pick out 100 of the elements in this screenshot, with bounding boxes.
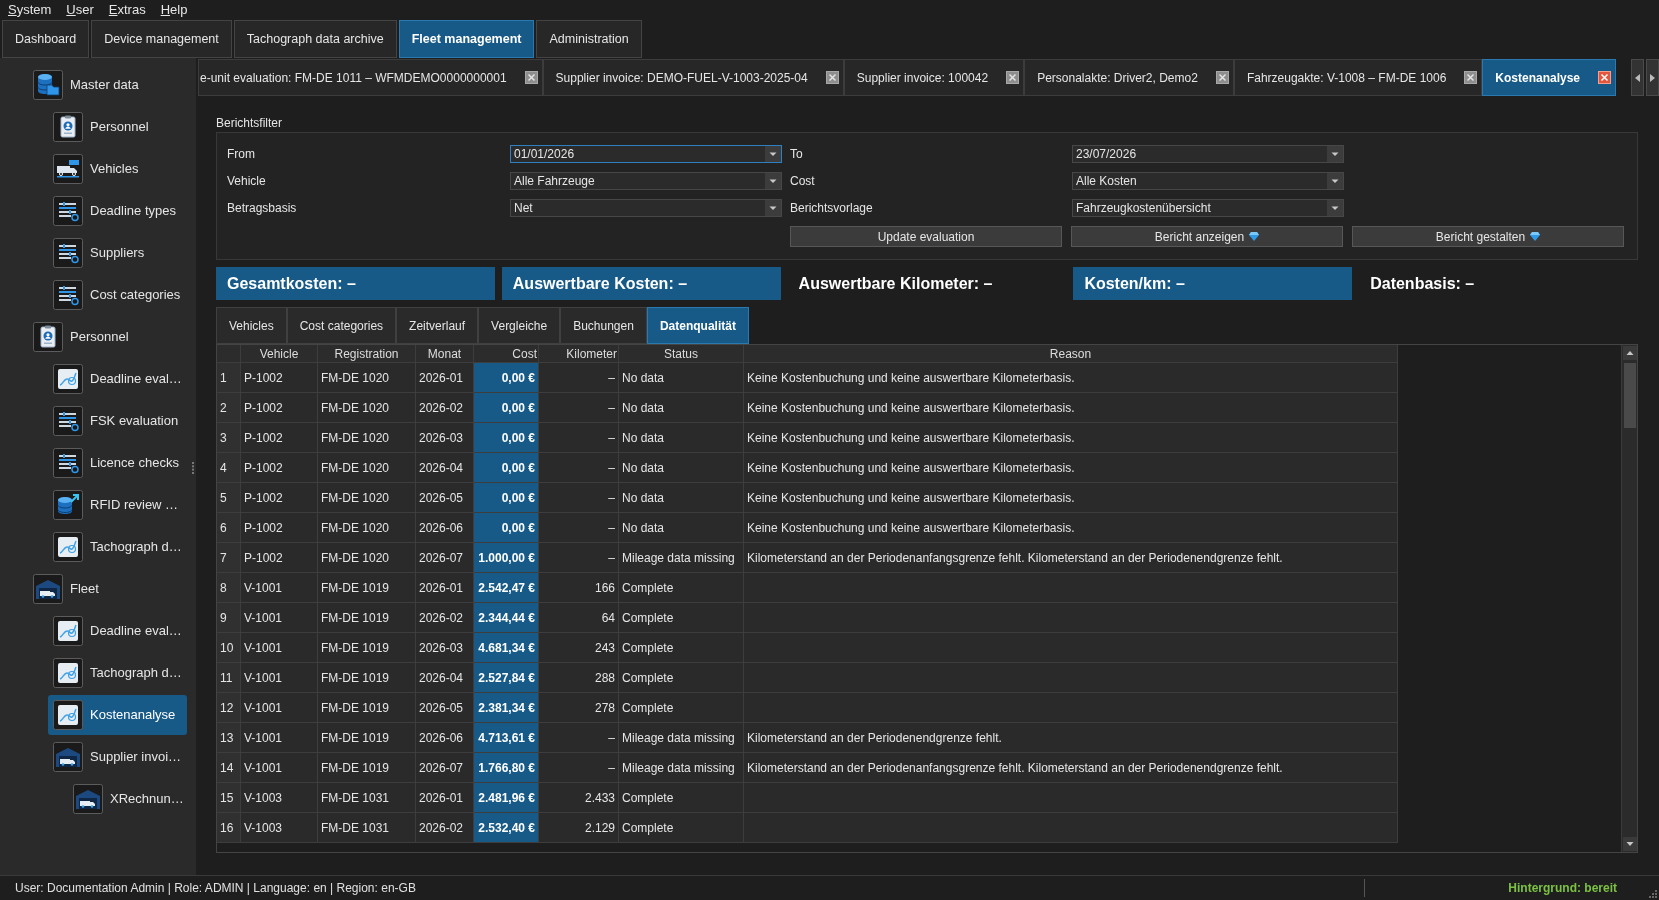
close-icon[interactable]	[1006, 71, 1020, 84]
sidebar-item[interactable]: Deadline types	[48, 191, 180, 231]
table-cell: 2.129	[539, 813, 619, 843]
list-icon	[53, 448, 83, 478]
row-number: 6	[217, 513, 241, 543]
row-number: 12	[217, 693, 241, 723]
table-cell: Complete	[619, 813, 744, 843]
dropdown-field[interactable]: Alle Fahrzeuge	[510, 172, 782, 190]
sidebar-item[interactable]: Suppliers	[48, 233, 149, 273]
scroll-right-button[interactable]	[1646, 59, 1659, 96]
close-icon[interactable]	[1215, 71, 1229, 84]
table-cell: 2026-01	[416, 783, 474, 813]
tab[interactable]: Device management	[91, 20, 232, 58]
close-icon[interactable]	[1464, 71, 1478, 84]
resize-grip-icon[interactable]	[1648, 889, 1657, 898]
document-tab[interactable]: Supplier invoice: DEMO-FUEL-V-1003-2025-04	[542, 59, 844, 96]
tab[interactable]: Buchungen	[560, 307, 647, 344]
tab[interactable]: Tachograph data archive	[233, 20, 397, 58]
sidebar-item[interactable]: Tachograph d…	[48, 527, 186, 567]
column-header[interactable]: Reason	[744, 345, 1398, 363]
table-cell: P-1002	[241, 513, 318, 543]
sidebar-item[interactable]: Master data	[28, 65, 143, 105]
sidebar-item[interactable]: RFID review …	[48, 485, 183, 525]
table-cell: FM-DE 1019	[318, 693, 416, 723]
table-cell: 4.681,34 €	[474, 633, 539, 663]
caret-icon	[765, 146, 781, 162]
table-cell: –	[539, 513, 619, 543]
scroll-thumb[interactable]	[1623, 363, 1636, 428]
tab[interactable]: Dashboard	[2, 20, 90, 58]
summary-card: Kosten/km: –	[1073, 267, 1353, 300]
row-number: 10	[217, 633, 241, 663]
field-label: Cost	[790, 173, 815, 190]
scroll-down-icon[interactable]	[1622, 837, 1637, 851]
sidebar-item[interactable]: XRechnun…	[68, 779, 188, 819]
document-tab[interactable]: Fahrzeugakte: V-1008 – FM-DE 1006	[1233, 59, 1483, 96]
sidebar-item[interactable]: Personnel	[48, 107, 153, 147]
scroll-up-icon[interactable]	[1622, 346, 1637, 360]
dropdown-field[interactable]: 23/07/2026	[1072, 145, 1344, 163]
document-tab[interactable]: Supplier invoice: 100042	[843, 59, 1025, 96]
table-cell: –	[539, 423, 619, 453]
action-button[interactable]: Update evaluation	[790, 226, 1062, 247]
sidebar-item[interactable]: Licence checks	[48, 443, 183, 483]
table-cell: Mileage data missing	[619, 543, 744, 573]
close-icon[interactable]	[825, 71, 839, 84]
close-icon[interactable]	[1598, 71, 1612, 84]
table-cell: P-1002	[241, 363, 318, 393]
document-tab[interactable]: Kostenanalyse	[1482, 59, 1617, 96]
action-button[interactable]: Bericht gestalten	[1352, 226, 1624, 247]
table-cell: Kilometerstand an der Periodenanfangsgrenze fehlt. Kilometerstand an der Periodenendgrenze fehlt.	[744, 753, 1398, 783]
sidebar-item[interactable]: FSK evaluation	[48, 401, 183, 441]
column-header[interactable]: Monat	[416, 345, 474, 363]
dropdown-field[interactable]: 01/01/2026	[510, 145, 782, 163]
menu-item[interactable]: System	[8, 0, 52, 20]
table-cell: 2.542,47 €	[474, 573, 539, 603]
table-cell: 0,00 €	[474, 423, 539, 453]
tab[interactable]: Vergleiche	[478, 307, 561, 344]
dropdown-field[interactable]: Fahrzeugkostenübersicht	[1072, 199, 1344, 217]
vertical-scrollbar[interactable]	[1621, 345, 1637, 852]
dropdown-field[interactable]: Alle Kosten	[1072, 172, 1344, 190]
document-tab[interactable]: Personalakte: Driver2, Demo2	[1024, 59, 1234, 96]
sidebar-item[interactable]: Kostenanalyse	[48, 695, 187, 735]
tab[interactable]: Datenqualität	[646, 307, 749, 344]
tab[interactable]: Administration	[536, 20, 642, 58]
menu-item[interactable]: User	[66, 0, 94, 20]
menu-item[interactable]: Help	[160, 0, 188, 20]
sidebar-item[interactable]: Tachograph d…	[48, 653, 186, 693]
column-header[interactable]: Status	[619, 345, 744, 363]
tab[interactable]: Fleet management	[398, 20, 535, 58]
table-cell: V-1001	[241, 663, 318, 693]
sidebar-item[interactable]: Supplier invoi…	[48, 737, 186, 777]
sidebar-item[interactable]: Cost categories	[48, 275, 185, 315]
sidebar-item[interactable]: Deadline eval…	[48, 611, 186, 651]
column-header[interactable]: Kilometer	[539, 345, 619, 363]
table-cell: –	[539, 723, 619, 753]
column-header[interactable]: Cost	[474, 345, 539, 363]
table-cell: FM-DE 1020	[318, 363, 416, 393]
row-number: 13	[217, 723, 241, 753]
sidebar-item[interactable]: Deadline eval…	[48, 359, 186, 399]
table-cell: No data	[619, 423, 744, 453]
table-cell: 2026-05	[416, 693, 474, 723]
column-header[interactable]: Vehicle	[241, 345, 318, 363]
truck-icon	[53, 154, 83, 184]
document-tab[interactable]: e-unit evaluation: FM-DE 1011 – WFMDEMO0000000001	[198, 59, 543, 96]
column-header[interactable]: Registration	[318, 345, 416, 363]
tab[interactable]: Vehicles	[216, 307, 287, 344]
menu-item[interactable]: Extras	[108, 0, 146, 20]
sidebar-item[interactable]: Fleet	[28, 569, 103, 609]
dropdown-field[interactable]: Net	[510, 199, 782, 217]
tab[interactable]: Zeitverlauf	[396, 307, 479, 344]
field-label: From	[227, 146, 255, 163]
table-cell: No data	[619, 453, 744, 483]
sidebar-item[interactable]: Personnel	[28, 317, 133, 357]
sidebar-item[interactable]: Vehicles	[48, 149, 143, 189]
close-icon[interactable]	[524, 71, 538, 84]
action-button[interactable]: Bericht anzeigen	[1071, 226, 1343, 247]
tab[interactable]: Cost categories	[286, 307, 397, 344]
table-cell: 0,00 €	[474, 483, 539, 513]
summary-text: Auswertbare Kilometer: –	[798, 273, 993, 294]
summary-card: Auswertbare Kosten: –	[501, 267, 781, 300]
scroll-left-button[interactable]	[1631, 59, 1644, 96]
